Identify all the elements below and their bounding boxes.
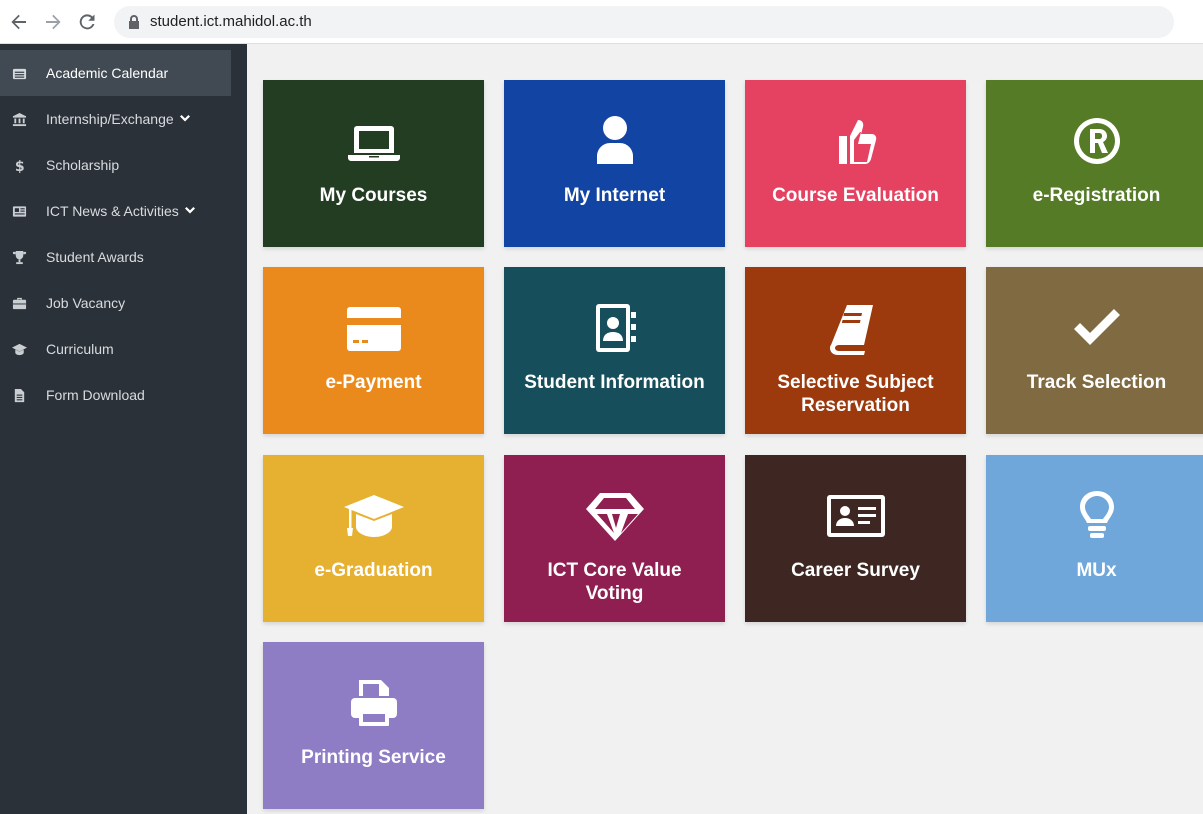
- tile-my-courses[interactable]: My Courses: [263, 80, 484, 247]
- arrow-left-icon: [11, 14, 26, 29]
- tile-label: My Courses: [319, 185, 428, 206]
- id-card-icon: [825, 487, 887, 545]
- tile-my-internet[interactable]: My Internet: [504, 80, 725, 247]
- tile-label: e-Payment: [325, 372, 422, 393]
- book-icon: [825, 299, 887, 357]
- sidebar-item-scholarship[interactable]: $ Scholarship: [0, 142, 247, 188]
- url-text: student.ict.mahidol.ac.th: [150, 13, 312, 30]
- tile-label: Printing Service: [301, 747, 446, 768]
- tile-mux[interactable]: MUx: [986, 455, 1203, 622]
- dollar-icon: $: [10, 157, 28, 173]
- tile-label: MUx: [1076, 560, 1117, 581]
- tile-ict-core-value-voting[interactable]: ICT Core Value Voting: [504, 455, 725, 622]
- svg-text:$: $: [14, 159, 24, 173]
- tile-e-registration[interactable]: e-Registration: [986, 80, 1203, 247]
- tile-label: e-Graduation: [314, 560, 433, 581]
- sidebar-item-ict-news[interactable]: ICT News & Activities: [0, 188, 247, 234]
- tile-e-graduation[interactable]: e-Graduation: [263, 455, 484, 622]
- sidebar-item-label: Internship/Exchange: [46, 111, 174, 127]
- credit-card-icon: [343, 299, 405, 357]
- arrow-right-icon: [46, 14, 61, 29]
- sidebar-item-form-download[interactable]: Form Download: [0, 372, 247, 418]
- address-book-icon: [584, 299, 646, 357]
- tile-career-survey[interactable]: Career Survey: [745, 455, 966, 622]
- sidebar-item-label: Academic Calendar: [46, 65, 169, 81]
- tile-label: Track Selection: [1026, 372, 1167, 393]
- address-bar[interactable]: student.ict.mahidol.ac.th: [114, 5, 1174, 38]
- sidebar-item-curriculum[interactable]: Curriculum: [0, 326, 247, 372]
- file-icon: [10, 387, 28, 403]
- lock-icon: [129, 14, 139, 29]
- reload-button[interactable]: [72, 7, 102, 37]
- chevron-down-icon[interactable]: [179, 113, 191, 125]
- laptop-icon: [343, 112, 405, 170]
- reload-icon: [79, 13, 95, 29]
- sidebar-item-label: Student Awards: [46, 249, 144, 265]
- tile-track-selection[interactable]: Track Selection: [986, 267, 1203, 434]
- browser-toolbar: student.ict.mahidol.ac.th: [0, 0, 1203, 44]
- sidebar-item-label: Form Download: [46, 387, 145, 403]
- sidebar-item-internship-exchange[interactable]: Internship/Exchange: [0, 96, 247, 142]
- sidebar-item-job-vacancy[interactable]: Job Vacancy: [0, 280, 247, 326]
- graduation-cap-icon: [343, 487, 405, 545]
- tile-label: Career Survey: [791, 560, 920, 581]
- tile-label: Student Information: [524, 372, 705, 393]
- sidebar-item-label: ICT News & Activities: [46, 203, 179, 219]
- graduation-cap-icon: [10, 341, 28, 357]
- tile-student-information[interactable]: Student Information: [504, 267, 725, 434]
- back-button[interactable]: [4, 7, 34, 37]
- lightbulb-icon: [1066, 487, 1128, 545]
- tile-selective-subject-reservation[interactable]: Selective Subject Reservation: [745, 267, 966, 434]
- tile-label: ICT Core Value Voting: [547, 560, 682, 604]
- chevron-down-icon[interactable]: [184, 205, 196, 217]
- sidebar-item-student-awards[interactable]: Student Awards: [0, 234, 247, 280]
- registered-icon: [1066, 112, 1128, 170]
- trophy-icon: [10, 249, 28, 265]
- user-icon: [584, 112, 646, 170]
- calendar-list-icon: [10, 65, 28, 81]
- sidebar-item-label: Scholarship: [46, 157, 120, 173]
- sidebar-item-label: Job Vacancy: [46, 295, 126, 311]
- tile-label: e-Registration: [1032, 185, 1161, 206]
- tile-label: Selective Subject Reservation: [777, 372, 934, 416]
- tile-course-evaluation[interactable]: Course Evaluation: [745, 80, 966, 247]
- tile-label: My Internet: [563, 185, 666, 206]
- printer-icon: [343, 674, 405, 732]
- forward-button[interactable]: [38, 7, 68, 37]
- thumbs-up-icon: [825, 112, 887, 170]
- diamond-icon: [584, 487, 646, 545]
- tile-printing-service[interactable]: Printing Service: [263, 642, 484, 809]
- bank-icon: [10, 111, 28, 127]
- sidebar-item-label: Curriculum: [46, 341, 114, 357]
- tile-label: Course Evaluation: [772, 185, 939, 206]
- newspaper-icon: [10, 203, 28, 219]
- dashboard-tiles: My Courses My Internet Course Evaluation…: [247, 44, 1203, 814]
- tile-e-payment[interactable]: e-Payment: [263, 267, 484, 434]
- check-icon: [1066, 299, 1128, 357]
- sidebar: Academic Calendar Internship/Exchange $ …: [0, 44, 247, 814]
- sidebar-item-academic-calendar[interactable]: Academic Calendar: [0, 50, 231, 96]
- briefcase-icon: [10, 295, 28, 311]
